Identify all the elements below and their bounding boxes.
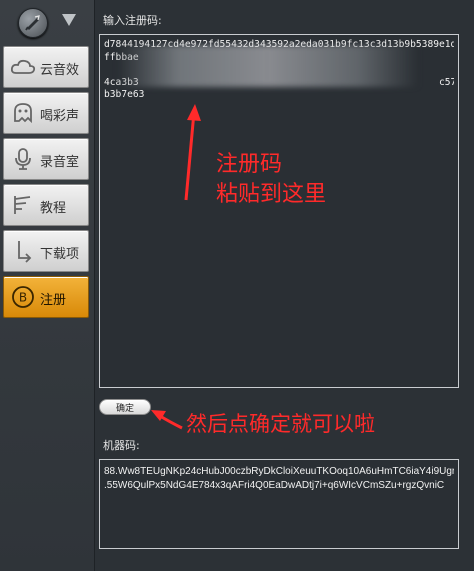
paste-annotation-line2: 粘贴到这里 [216,182,327,207]
dropdown-arrow-icon[interactable] [62,14,76,26]
cloud-icon [10,59,36,74]
sidebar-item-label: 云音效 [40,63,80,78]
paste-annotation-line1: 注册码 [216,152,283,177]
sidebar-item-register[interactable]: B 注册 [3,276,89,318]
top-controls [12,8,92,38]
paste-annotation: 注册码 粘贴到这里 [216,150,326,210]
logo-pen-icon [25,15,40,31]
arrow-left-icon [151,410,183,430]
download-icon [18,241,32,263]
register-coin-icon: B [12,286,34,308]
redaction-blur [118,45,418,87]
sidebar: 云音效 喝彩声 录音室 教程 下载项 B 注册 [0,0,95,571]
machine-code-field[interactable]: 88.Ww8TEUgNKp24cHubJ00czbRyDkCloiXeuuTKO… [99,459,459,549]
sidebar-item-label: 喝彩声 [40,109,80,124]
registration-code-input[interactable]: d7844194127cd4e972fd55432d343592a2eda031… [99,34,459,388]
sidebar-item-tutorial[interactable]: 教程 [3,184,89,226]
machine-code-line: .55W6QulPx5NdG4E784x3qAFri4Q0EaDwADtj7i+… [104,480,445,491]
sidebar-item-label: 下载项 [40,247,80,262]
svg-text:B: B [19,291,27,305]
machine-code-line: 88.Ww8TEUgNKp24cHubJ00czbRyDkCloiXeuuTKO… [104,466,454,477]
app-logo-icon[interactable] [18,8,48,38]
sidebar-item-label: 注册 [40,293,67,308]
sidebar-item-downloads[interactable]: 下载项 [3,230,89,272]
machine-code-label: 机器码: [103,439,140,452]
confirm-annotation: 然后点确定就可以啦 [186,412,375,436]
sidebar-item-studio[interactable]: 录音室 [3,138,89,180]
sidebar-item-label: 教程 [40,201,67,216]
code-line: b3b7e63 7ebfda [104,89,454,100]
ghost-icon [14,103,32,124]
tutorial-icon [14,196,31,214]
sidebar-nav: 云音效 喝彩声 录音室 教程 下载项 B 注册 [3,46,89,322]
sidebar-item-label: 录音室 [40,155,80,170]
registration-code-label: 输入注册码: [103,14,162,27]
sidebar-item-cheers[interactable]: 喝彩声 [3,92,89,134]
confirm-button[interactable]: 确定 [99,399,151,415]
microphone-icon [15,148,31,170]
sidebar-item-cloud-sounds[interactable]: 云音效 [3,46,89,88]
